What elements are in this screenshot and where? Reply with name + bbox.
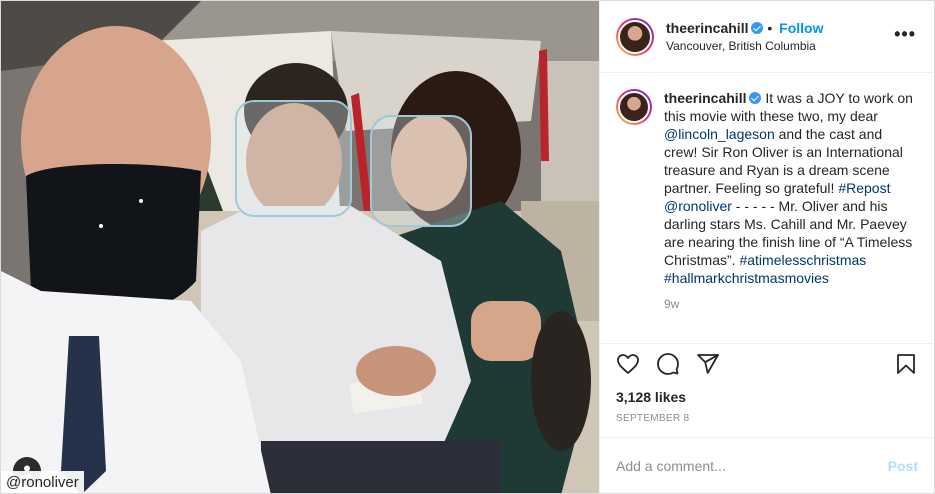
mention-link[interactable]: @ronoliver: [664, 198, 732, 214]
post-sidebar: theerincahill • Follow Vancouver, Britis…: [599, 1, 934, 493]
selfie-photo: [1, 1, 599, 493]
caption-username[interactable]: theerincahill: [664, 90, 746, 106]
comments-area: theerincahill It was a JOY to work on th…: [600, 73, 934, 343]
caption: theerincahill It was a JOY to work on th…: [664, 89, 916, 287]
post-date: SEPTEMBER 8: [616, 413, 690, 424]
avatar[interactable]: [616, 17, 654, 56]
location-link[interactable]: Vancouver, British Columbia: [666, 37, 823, 55]
mention-link[interactable]: @lincoln_lageson: [664, 126, 775, 142]
header-text: theerincahill • Follow Vancouver, Britis…: [666, 19, 824, 55]
comment-icon[interactable]: [656, 352, 680, 376]
verified-icon: [751, 21, 764, 34]
hashtag-link[interactable]: #hallmarkchristmasmovies: [664, 270, 829, 286]
post-comment-button[interactable]: Post: [888, 458, 918, 474]
post-age[interactable]: 9w: [664, 297, 918, 311]
post-photo[interactable]: @ronoliver: [1, 1, 599, 493]
more-options-icon[interactable]: •••: [894, 25, 916, 43]
photo-tag-label[interactable]: @ronoliver: [1, 471, 84, 493]
likes-count[interactable]: 3,128 likes: [600, 383, 934, 407]
bookmark-icon[interactable]: [894, 352, 918, 376]
action-bar: [600, 343, 934, 383]
hashtag-link[interactable]: #atimelesschristmas: [739, 252, 866, 268]
caption-row: theerincahill It was a JOY to work on th…: [616, 89, 918, 287]
caption-text: It was a JOY to work on this movie with …: [664, 90, 913, 286]
hashtag-link[interactable]: #Repost: [838, 180, 890, 196]
heart-icon[interactable]: [616, 352, 640, 376]
share-icon[interactable]: [696, 352, 720, 376]
post-header: theerincahill • Follow Vancouver, Britis…: [600, 1, 934, 73]
username-link[interactable]: theerincahill: [666, 20, 748, 36]
add-comment-bar: Post: [600, 437, 934, 493]
instagram-post: @ronoliver theerincahill • Follow Vancou…: [0, 0, 935, 494]
caption-avatar[interactable]: [616, 89, 652, 125]
verified-icon: [749, 92, 762, 104]
comment-input[interactable]: [616, 457, 888, 474]
follow-button[interactable]: Follow: [779, 20, 823, 36]
